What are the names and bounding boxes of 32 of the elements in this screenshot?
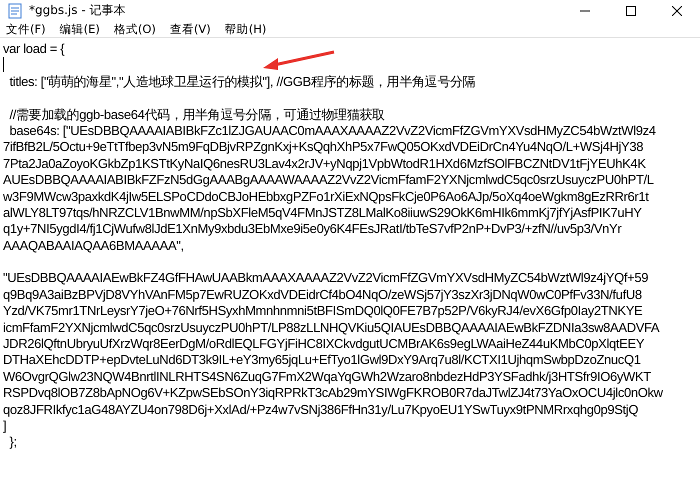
menu-item[interactable]: 文件(F) — [4, 20, 48, 38]
code-line: qoz8JFRIkfyc1aG48AYZU4on798D6j+XxlAd/+Pz4w7vSNj386FfHn31y/Lu7KpyoEU1YSwTuyx9tPNMRrxqhg0p9StjQ — [3, 402, 640, 418]
code-line: 7ifBfB2L/5Octu+9eTtTfbep3vN5m9FqDBjvRPZgnKxj+KsQqhXhP5x7FwQ05OKxdVDEiDrCn4Yu4NqO/L+WSj4HjY38 — [3, 139, 644, 156]
code-line: W6OvgrQGlw23NQW4BnrtlINLRHTS4SN6ZuqG7FmX2WqaYqGWh2Wzaro8nbdezHdP3YSFadhk/j3HTSfr9IO6yWKT — [3, 368, 652, 386]
code-line: AAAQABAAIAQAA6BMAAAAA", — [3, 238, 185, 254]
menu-item[interactable]: 帮助(H) — [222, 20, 268, 38]
code-line: //需要加载的ggb-base64代码，用半角逗号分隔，可通过物理猫获取 — [8, 106, 386, 123]
menu-item[interactable]: 查看(V) — [168, 20, 213, 38]
code-line: 7Pta2Ja0aZoyoKGkbZp1KSTtKyNaIQ6nesRU3Lav4x2rJV+yNqpj1VpbWtodR1HXd6MzfSOlFBCZNtDV1tFjYEUhK4K — [3, 156, 647, 172]
code-line: "UEsDBBQAAAAIAEwBkFZ4GfFHAwUAABkmAAAXAAAAZ2VvZ2VicmFfZGVmYXVsdHMyZC54bWztWl9z4jYQf+59 — [3, 270, 650, 287]
code-line: alWLY8LT97tqs/hNRZCLV1BnwMM/npSbXFleM5qV4FMnJSTZ8LMalKo8iiuwS29OkK6mHIk6mmKj7jfYjAsfPIK7uHY — [3, 204, 643, 222]
code-line: ] — [3, 418, 8, 434]
text-cursor — [3, 57, 4, 72]
code-line: JDR26lQftnUbryuUfXrzWqr8EerDgM/oRdlEQLFGYjFiHC8IXCkvdgutUCMBrAK6s9egLWAaiHeZ44uKMbC0pXlqtEEY — [3, 336, 646, 352]
window-title: *ggbs.js - 记事本 — [29, 2, 126, 19]
code-line: q9Bq9A3aiBzBPVjD8VYhVAnFM5p7EwRUZOKxdVDEidrCf4bO4NqO/zeWSj57jY3szXr3jDNqW0wC0PfFv33N/fufU8 — [3, 286, 643, 304]
maximize-icon[interactable] — [626, 6, 636, 16]
menu-item[interactable]: 格式(O) — [112, 20, 158, 38]
code-line: icmFfamF2YXNjcmlwdC5qc0srzUsuyczPU0hPT/LP88zLLNHQVKiu5QIAUEsDBBQAAAAIAEwBkFZDNIa3sw8AADVFA — [3, 320, 660, 336]
code-line: RSPDvq8lOB7Z8bApNOg6V+KZpwSEbSOnY3iqRPRkT3cAb29mYSIWgFKROB0R7daJTwlZJ4t73YaOxOCU4jlc0nOkw — [3, 385, 664, 402]
code-line: var load = { — [3, 41, 66, 58]
notepad-icon — [7, 2, 23, 18]
code-line: titles: ["萌萌的海星","人造地球卫星运行的模拟"], //GGB程序的标题，用半角逗号分隔 — [8, 74, 476, 90]
menu-item[interactable]: 编辑(E) — [58, 20, 102, 38]
code-line: base64s: ["UEsDBBQAAAAIABIBkFZc1lZJGAUAAC0mAAAXAAAAZ2VvZ2VicmFfZGVmYXVsdHMyZC54bWztWl9z4 — [8, 122, 657, 140]
code-line: }; — [8, 434, 18, 451]
code-line: Yzd/VK75mr1TNrLeysrY7jeO+76Nrf5HSyxhMmnhnmni5tBFISmDQ0lQ0FE7B7p52P/V6kyRJ4/evX6Gfp0Iay2TNKYE — [3, 303, 644, 320]
close-icon[interactable] — [672, 6, 682, 16]
code-line: w3F9MWcw3paxkdK4jIw5ELSPoCDdoCBJoHEbbxgPZFo1rXiExNQpsFkCje0P6Ao6AJp/5oXq4oeWgkm8gEzRRr6r1t — [3, 188, 650, 205]
code-line: q1y+7NI5ygdI4/fj1CjWufw8lJdE1XnMy9xbdu3EbMxe9i5e0y6K4FEsJRatI/tbTeS7vfP2nP+DvP3/+zfN//uv5p3/VnYr — [3, 221, 622, 238]
code-line: DTHaXEhcDDTP+epDvteLuNd6DT3k9IL+eY3my65jqLu+EfTyo1lGwl9DxY9Arq7u8l/KCTXI1UjhqmSwbpDzoZnucQ1 — [3, 352, 642, 369]
code-line: AUEsDBBQAAAAIABIBkFZFzN5dGgAAABgAAAAWAAAAZ2VvZ2VicmFfamF2YXNjcmlwdC5qc0srzUsuyczPU0hPT/L — [3, 172, 655, 189]
